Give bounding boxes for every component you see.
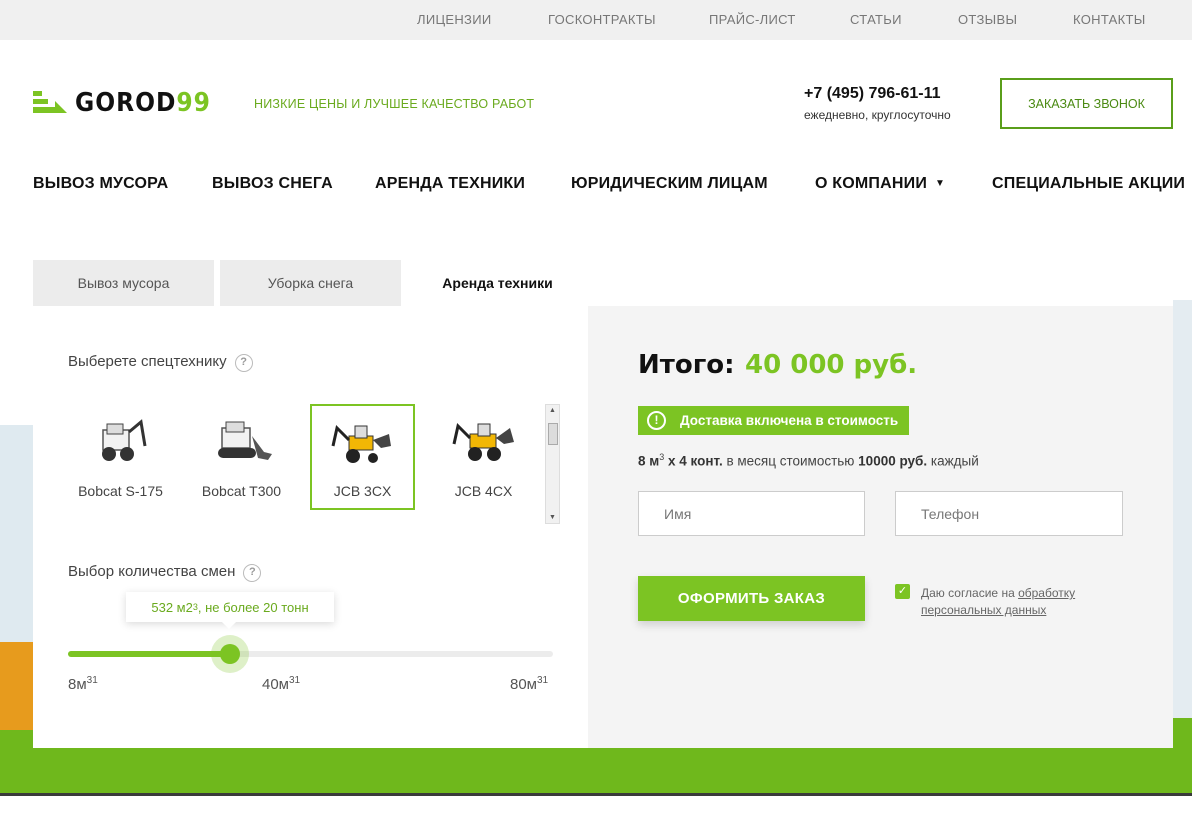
slider-mid-label: 40м31 [262, 675, 301, 693]
nav-promo[interactable]: СПЕЦИАЛЬНЫЕ АКЦИИ [992, 175, 1185, 193]
topnav-reviews[interactable]: ОТЗЫВЫ [958, 12, 1017, 27]
consent-link[interactable]: обработку [1018, 586, 1075, 600]
topnav-contracts[interactable]: ГОСКОНТРАКТЫ [548, 12, 656, 27]
nav-rental[interactable]: АРЕНДА ТЕХНИКИ [375, 175, 525, 193]
skid-steer-icon [101, 419, 146, 461]
total-label: Итого: [638, 350, 735, 380]
order-summary: 8 м3 x 4 конт. в месяц стоимостью 10000 … [638, 452, 979, 469]
topnav-licenses[interactable]: ЛИЦЕНЗИИ [417, 12, 492, 27]
nav-snow[interactable]: ВЫВОЗ СНЕГА [212, 175, 333, 193]
topnav-articles[interactable]: СТАТЬИ [850, 12, 902, 27]
slider-fill [68, 651, 231, 657]
consent-text: Даю согласие на обработку персональных да… [921, 586, 1076, 617]
scroll-down-icon[interactable]: ▼ [549, 514, 556, 521]
machine-card-4cx[interactable]: JCB 4CX [431, 404, 536, 510]
total-value: 40 000 руб. [745, 350, 918, 380]
background-road [0, 793, 1192, 796]
chevron-down-icon: ▼ [935, 178, 946, 189]
nav-about[interactable]: О КОМПАНИИ ▼ [815, 175, 945, 193]
machine-name: JCB 4CX [454, 483, 513, 499]
machine-label: Выберете спецтехнику? [68, 353, 253, 372]
machine-list-scrollbar[interactable]: ▲ ▼ [545, 404, 560, 524]
track-loader-icon [217, 421, 272, 460]
logo-icon [33, 91, 67, 113]
nav-legal[interactable]: ЮРИДИЧЕСКИМ ЛИЦАМ [571, 175, 768, 193]
machine-name: Bobcat S-175 [78, 483, 163, 499]
machine-card-3cx[interactable]: JCB 3CX [310, 404, 415, 510]
slider-min-label: 8м31 [68, 675, 98, 693]
scrollbar-thumb[interactable] [548, 423, 558, 445]
nav-about-label: О КОМПАНИИ [815, 175, 928, 192]
calculator-left-panel [33, 306, 588, 748]
nav-garbage[interactable]: ВЫВОЗ МУСОРА [33, 175, 168, 193]
help-icon[interactable]: ? [234, 354, 253, 372]
topnav-contacts[interactable]: КОНТАКТЫ [1073, 12, 1146, 27]
order-button[interactable]: ОФОРМИТЬ ЗАКАЗ [638, 576, 865, 621]
logo[interactable]: GOROD99 [33, 88, 210, 118]
name-field[interactable]: Имя [638, 491, 865, 536]
machine-name: JCB 3CX [333, 483, 392, 499]
top-bar: ЛИЦЕНЗИИ ГОСКОНТРАКТЫ ПРАЙС-ЛИСТ СТАТЬИ … [0, 0, 1192, 40]
backhoe-icon [331, 425, 391, 463]
phone-field[interactable]: Телефон [895, 491, 1123, 536]
topnav-pricelist[interactable]: ПРАЙС-ЛИСТ [709, 12, 796, 27]
slogan: НИЗКИЕ ЦЕНЫ И ЛУЧШЕЕ КАЧЕСТВО РАБОТ [254, 97, 535, 111]
consent-link[interactable]: персональных данных [921, 603, 1046, 617]
container-illustration [0, 642, 33, 730]
consent-checkbox[interactable]: ✓ [895, 584, 910, 599]
tab-garbage[interactable]: Вывоз мусора [33, 260, 214, 306]
slider-max-label: 80м31 [510, 675, 549, 693]
scroll-up-icon[interactable]: ▲ [549, 407, 556, 414]
callback-button[interactable]: ЗАКАЗАТЬ ЗВОНОК [1000, 78, 1173, 129]
shifts-label: Выбор количества смен? [68, 563, 262, 582]
logo-text: GOROD99 [75, 88, 211, 118]
tab-rental[interactable]: Аренда техники [407, 260, 588, 306]
machine-card-s175[interactable]: Bobcat S-175 [68, 404, 173, 510]
machine-name: Bobcat T300 [201, 483, 282, 499]
help-icon[interactable]: ? [243, 564, 262, 582]
backhoe-icon [452, 423, 514, 461]
background-city-right [1173, 300, 1192, 748]
delivery-badge: ! Доставка включена в стоимость [638, 406, 909, 435]
exclamation-icon: ! [647, 411, 666, 430]
machine-card-t300[interactable]: Bobcat T300 [189, 404, 294, 510]
tab-snow[interactable]: Уборка снега [220, 260, 401, 306]
phone-number[interactable]: +7 (495) 796-61-11 [804, 85, 941, 103]
slider-tooltip: 532 м2 3, не более 20 тонн [126, 592, 334, 629]
phone-hours: ежедневно, круглосуточно [804, 108, 951, 122]
